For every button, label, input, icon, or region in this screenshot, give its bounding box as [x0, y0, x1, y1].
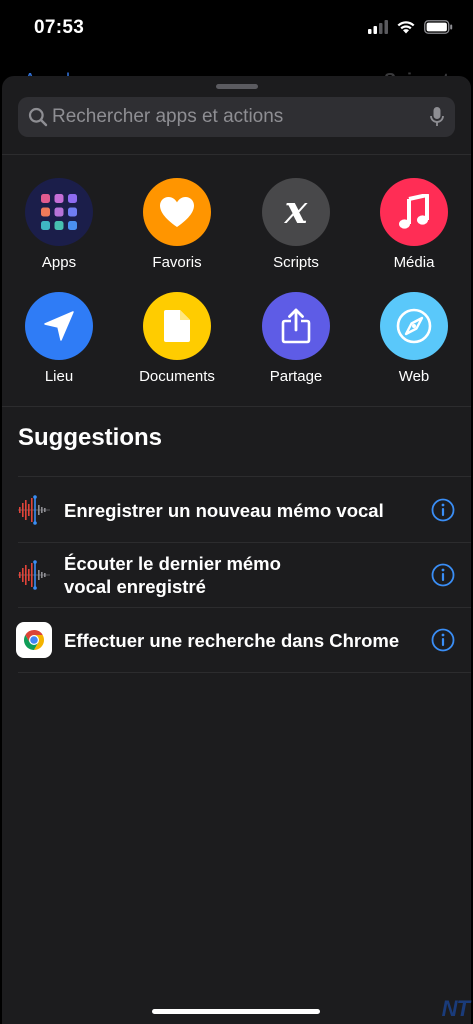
cellular-signal-icon	[368, 19, 388, 34]
category-label: Lieu	[44, 368, 74, 385]
category-scripts[interactable]: x Scripts	[246, 178, 346, 271]
document-icon	[143, 292, 211, 360]
suggestion-label: Écouter le dernier mémo vocal enregistré	[64, 553, 281, 597]
compass-icon	[380, 292, 448, 360]
category-label: Partage	[269, 368, 323, 385]
suggestion-row-chrome-search[interactable]: Effectuer une recherche dans Chrome	[2, 608, 471, 672]
info-icon[interactable]	[431, 628, 455, 652]
status-bar: 07:53	[0, 0, 473, 56]
divider	[18, 476, 471, 477]
voice-memo-icon	[16, 557, 52, 593]
suggestion-row-play-memo[interactable]: Écouter le dernier mémo vocal enregistré	[2, 543, 471, 607]
watermark-logo: NT	[441, 996, 470, 1021]
share-icon	[262, 292, 330, 360]
location-arrow-icon	[25, 292, 93, 360]
voice-memo-icon	[16, 492, 52, 528]
category-favoris[interactable]: Favoris	[127, 178, 227, 271]
category-label: Favoris	[152, 254, 202, 271]
music-note-icon	[380, 178, 448, 246]
heart-icon	[143, 178, 211, 246]
battery-icon	[424, 19, 453, 34]
category-media[interactable]: Média	[364, 178, 464, 271]
category-web[interactable]: Web	[364, 292, 464, 385]
status-icons	[368, 19, 453, 34]
divider	[2, 154, 471, 155]
apps-grid-icon	[25, 178, 93, 246]
suggestion-row-record-memo[interactable]: Enregistrer un nouveau mémo vocal	[2, 478, 471, 542]
suggestions-title: Suggestions	[18, 424, 163, 451]
divider	[18, 672, 471, 673]
category-label: Scripts	[273, 254, 319, 271]
divider	[2, 406, 471, 407]
home-indicator[interactable]	[152, 1009, 320, 1014]
microphone-icon[interactable]	[429, 106, 445, 128]
search-field[interactable]: Rechercher apps et actions	[18, 97, 455, 137]
suggestion-label: Enregistrer un nouveau mémo vocal	[64, 500, 384, 521]
script-x-icon: x	[262, 178, 330, 246]
search-icon	[28, 107, 48, 127]
info-icon[interactable]	[431, 498, 455, 522]
category-apps[interactable]: Apps	[9, 178, 109, 271]
category-label: Documents	[139, 368, 215, 385]
status-time: 07:53	[34, 17, 85, 38]
category-label: Apps	[41, 254, 77, 271]
info-icon[interactable]	[431, 563, 455, 587]
search-placeholder: Rechercher apps et actions	[52, 106, 284, 127]
chrome-icon	[16, 622, 52, 658]
category-lieu[interactable]: Lieu	[9, 292, 109, 385]
category-documents[interactable]: Documents	[127, 292, 227, 385]
category-partage[interactable]: Partage	[246, 292, 346, 385]
category-label: Média	[393, 254, 435, 271]
wifi-icon	[397, 21, 415, 34]
suggestion-label: Effectuer une recherche dans Chrome	[64, 630, 400, 651]
category-label: Web	[398, 368, 430, 385]
actions-sheet: Rechercher apps et actions Apps Favoris …	[2, 76, 471, 1024]
sheet-grabber[interactable]	[216, 84, 258, 89]
